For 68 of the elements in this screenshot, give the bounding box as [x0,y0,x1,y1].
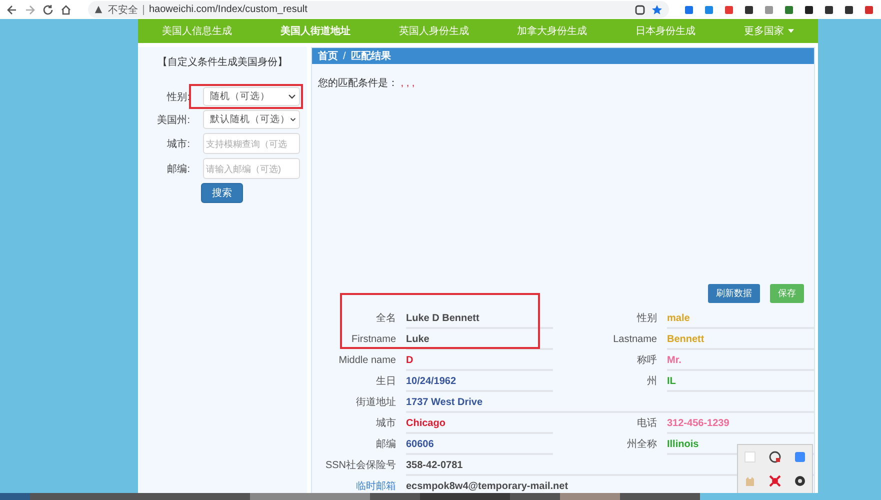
field-value: Luke [406,329,553,350]
field-label: 美国州: [156,114,190,126]
field-label: 街道地址 [355,396,396,410]
field-label: 称呼 [636,354,657,368]
nav-link[interactable]: 美国人信息生成 [162,24,232,38]
back-icon[interactable] [6,4,18,16]
field-value: Luke D Bennett [406,308,553,329]
field-label: 生日 [375,374,396,389]
star-icon[interactable] [651,4,663,16]
input-field[interactable]: 请输入邮编（可选) [203,158,300,179]
refresh-button[interactable]: 刷新数据 [708,284,760,303]
field-value: 312-456-1239 [667,413,814,434]
url-text: haoweichi.com/Index/custom_result [149,4,308,15]
select-field[interactable]: 默认随机（可选） [203,110,300,129]
field-value: IL [667,371,814,392]
field-label: 州 [646,374,657,389]
field-value: 10/24/1962 [406,371,553,392]
nav-link[interactable]: 日本身份生成 [635,24,696,38]
extension-icon[interactable] [823,4,835,16]
nav-link[interactable]: 更多国家 [744,24,794,38]
nav-link[interactable]: 英国人身份生成 [398,24,469,38]
field-label: 全名 [375,312,396,326]
field-label: Firstname [350,333,396,347]
field-value: Chicago [406,413,553,434]
condition-label: 您的匹配条件是： [318,78,398,89]
condition-value: , , , [400,78,415,89]
tile-icon[interactable] [743,450,758,464]
extension-icon[interactable] [743,4,755,16]
chevron-icon [290,117,296,122]
search-button[interactable]: 搜索 [201,183,243,203]
extension-icon[interactable] [803,4,815,16]
field-label: 性别 [636,312,657,326]
caret-icon [788,29,794,33]
warning-icon [94,5,103,14]
field-value: D [406,350,553,371]
nav-link[interactable]: 美国人街道地址 [280,24,350,38]
field-value: Mr. [667,350,814,371]
field-label: SSN社会保险号 [324,458,396,473]
select-field[interactable]: 随机（可选） [203,87,300,106]
field-label: 邮编 [375,438,396,452]
field-label: 邮编: [166,162,190,176]
box-icon[interactable] [792,450,807,464]
home-icon[interactable] [60,4,72,16]
field-label: 性别: [166,90,190,104]
field-label: Middle name [338,354,396,368]
field-value: 1737 West Drive [406,392,814,413]
field-label: 城市 [375,416,396,431]
field-link[interactable]: 临时邮箱 [312,476,396,497]
sidebar-title: 【自定义条件生成美国身份】 [158,56,288,69]
security-label: 不安全 [108,4,138,16]
field-value: male [667,308,814,329]
field-label: 电话 [636,416,657,431]
save-button[interactable]: 保存 [770,284,804,303]
field-value: 60606 [406,434,553,455]
breadcrumb-current: 匹配结果 [350,50,391,63]
breadcrumb-link[interactable]: 首页 [318,49,338,63]
wheel-icon[interactable] [792,474,807,488]
field-value: Bennett [667,329,814,350]
field-label: 州全称 [626,438,657,452]
field-label: Lastname [612,333,657,347]
address-bar[interactable]: 不安全 haoweichi.com/Index/custom_result [88,1,669,18]
field-label: 城市: [166,138,190,150]
reload-icon[interactable] [42,4,54,16]
breadcrumb-separator: / [343,50,346,62]
nav-link[interactable]: 加拿大身份生成 [517,24,588,38]
extension-icon[interactable] [843,4,855,16]
chevron-icon [288,94,296,99]
input-field[interactable]: 支持模糊查询（可选 [203,133,300,154]
